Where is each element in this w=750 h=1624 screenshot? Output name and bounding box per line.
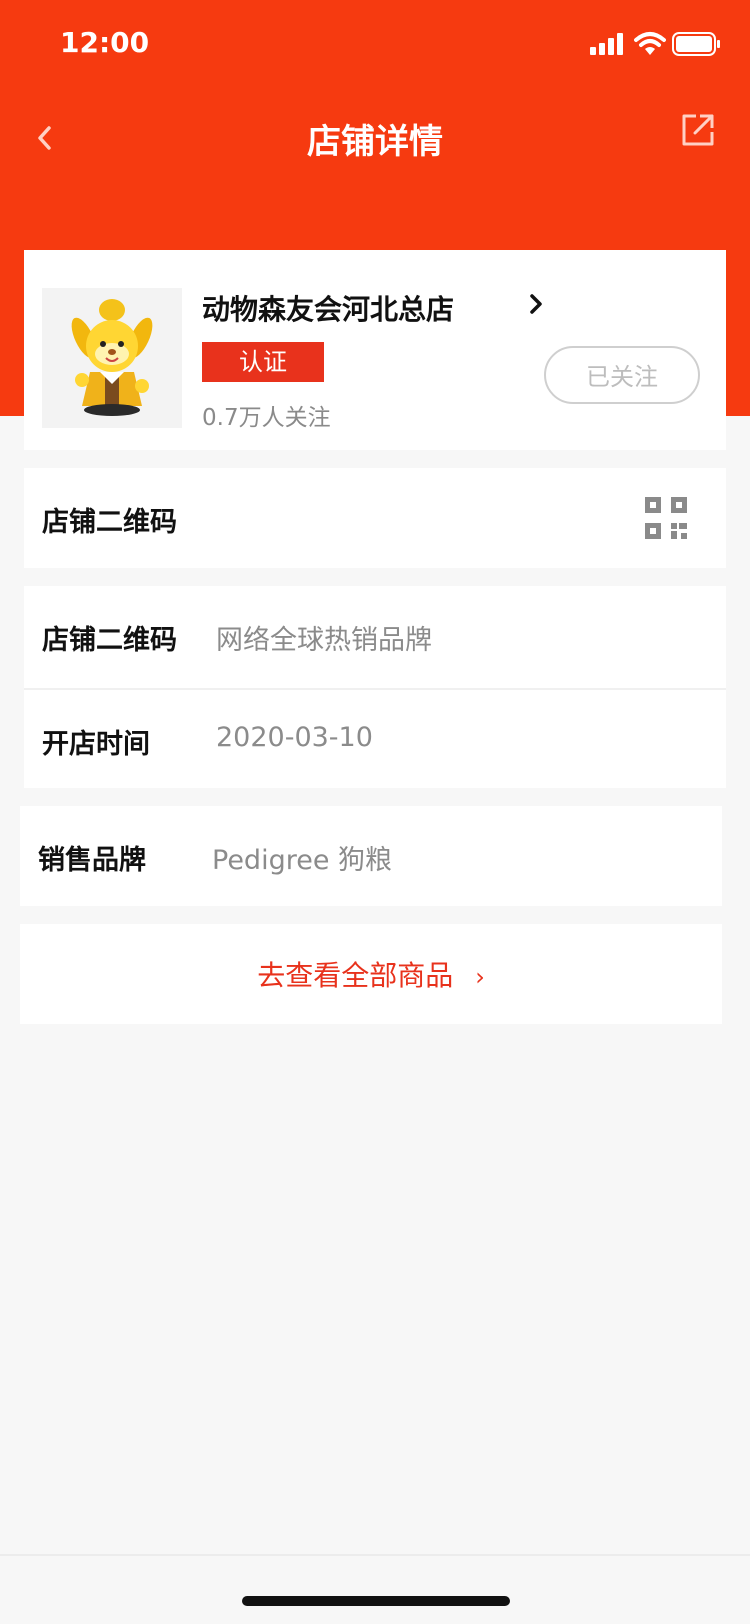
info-row-value: 网络全球热销品牌: [216, 625, 432, 656]
info-row-label: 店铺二维码: [42, 625, 177, 656]
store-name[interactable]: 动物森友会河北总店: [202, 288, 454, 328]
qr-code-icon[interactable]: [644, 496, 688, 540]
info-row-label: 开店时间: [42, 729, 150, 760]
cellular-signal-icon: [590, 33, 623, 55]
share-icon[interactable]: [678, 110, 718, 150]
info-row: 开店时间 2020-03-10: [24, 688, 726, 790]
info-row: 店铺二维码 网络全球热销品牌: [24, 586, 726, 686]
view-all-products-label[interactable]: 去查看全部商品 ›: [20, 954, 722, 994]
follow-button[interactable]: 已关注: [544, 346, 700, 404]
brand-row-value: Pedigree 狗粮: [212, 845, 393, 876]
qr-row-label: 店铺二维码: [42, 507, 177, 538]
store-avatar: [42, 288, 182, 428]
page-title: 店铺详情: [307, 122, 443, 162]
home-indicator: [242, 1596, 510, 1606]
battery-icon: [672, 32, 720, 56]
status-time: 12:00: [60, 26, 150, 59]
brand-row: 销售品牌 Pedigree 狗粮: [20, 806, 722, 906]
info-row-value: 2020-03-10: [216, 722, 373, 753]
cta-text[interactable]: 去查看全部商品: [257, 959, 453, 992]
view-all-products-button[interactable]: 去查看全部商品 ›: [20, 924, 722, 1024]
store-qr-row[interactable]: 店铺二维码: [24, 468, 726, 568]
verified-badge: 认证: [202, 342, 324, 382]
nav-bar: 店铺详情: [0, 100, 750, 180]
store-card[interactable]: 动物森友会河北总店 认证 0.7万人关注 已关注: [24, 250, 726, 450]
bottom-divider: [0, 1554, 750, 1556]
store-logo-image: [71, 299, 153, 416]
chevron-right-icon[interactable]: [524, 290, 548, 318]
follower-count: 0.7万人关注: [202, 405, 331, 431]
brand-row-label: 销售品牌: [38, 845, 146, 876]
chevron-right-icon: ›: [475, 963, 485, 991]
wifi-icon: [634, 32, 666, 55]
status-bar: 12:00: [0, 0, 750, 88]
store-info-card: 店铺二维码 网络全球热销品牌 开店时间 2020-03-10: [24, 586, 726, 788]
